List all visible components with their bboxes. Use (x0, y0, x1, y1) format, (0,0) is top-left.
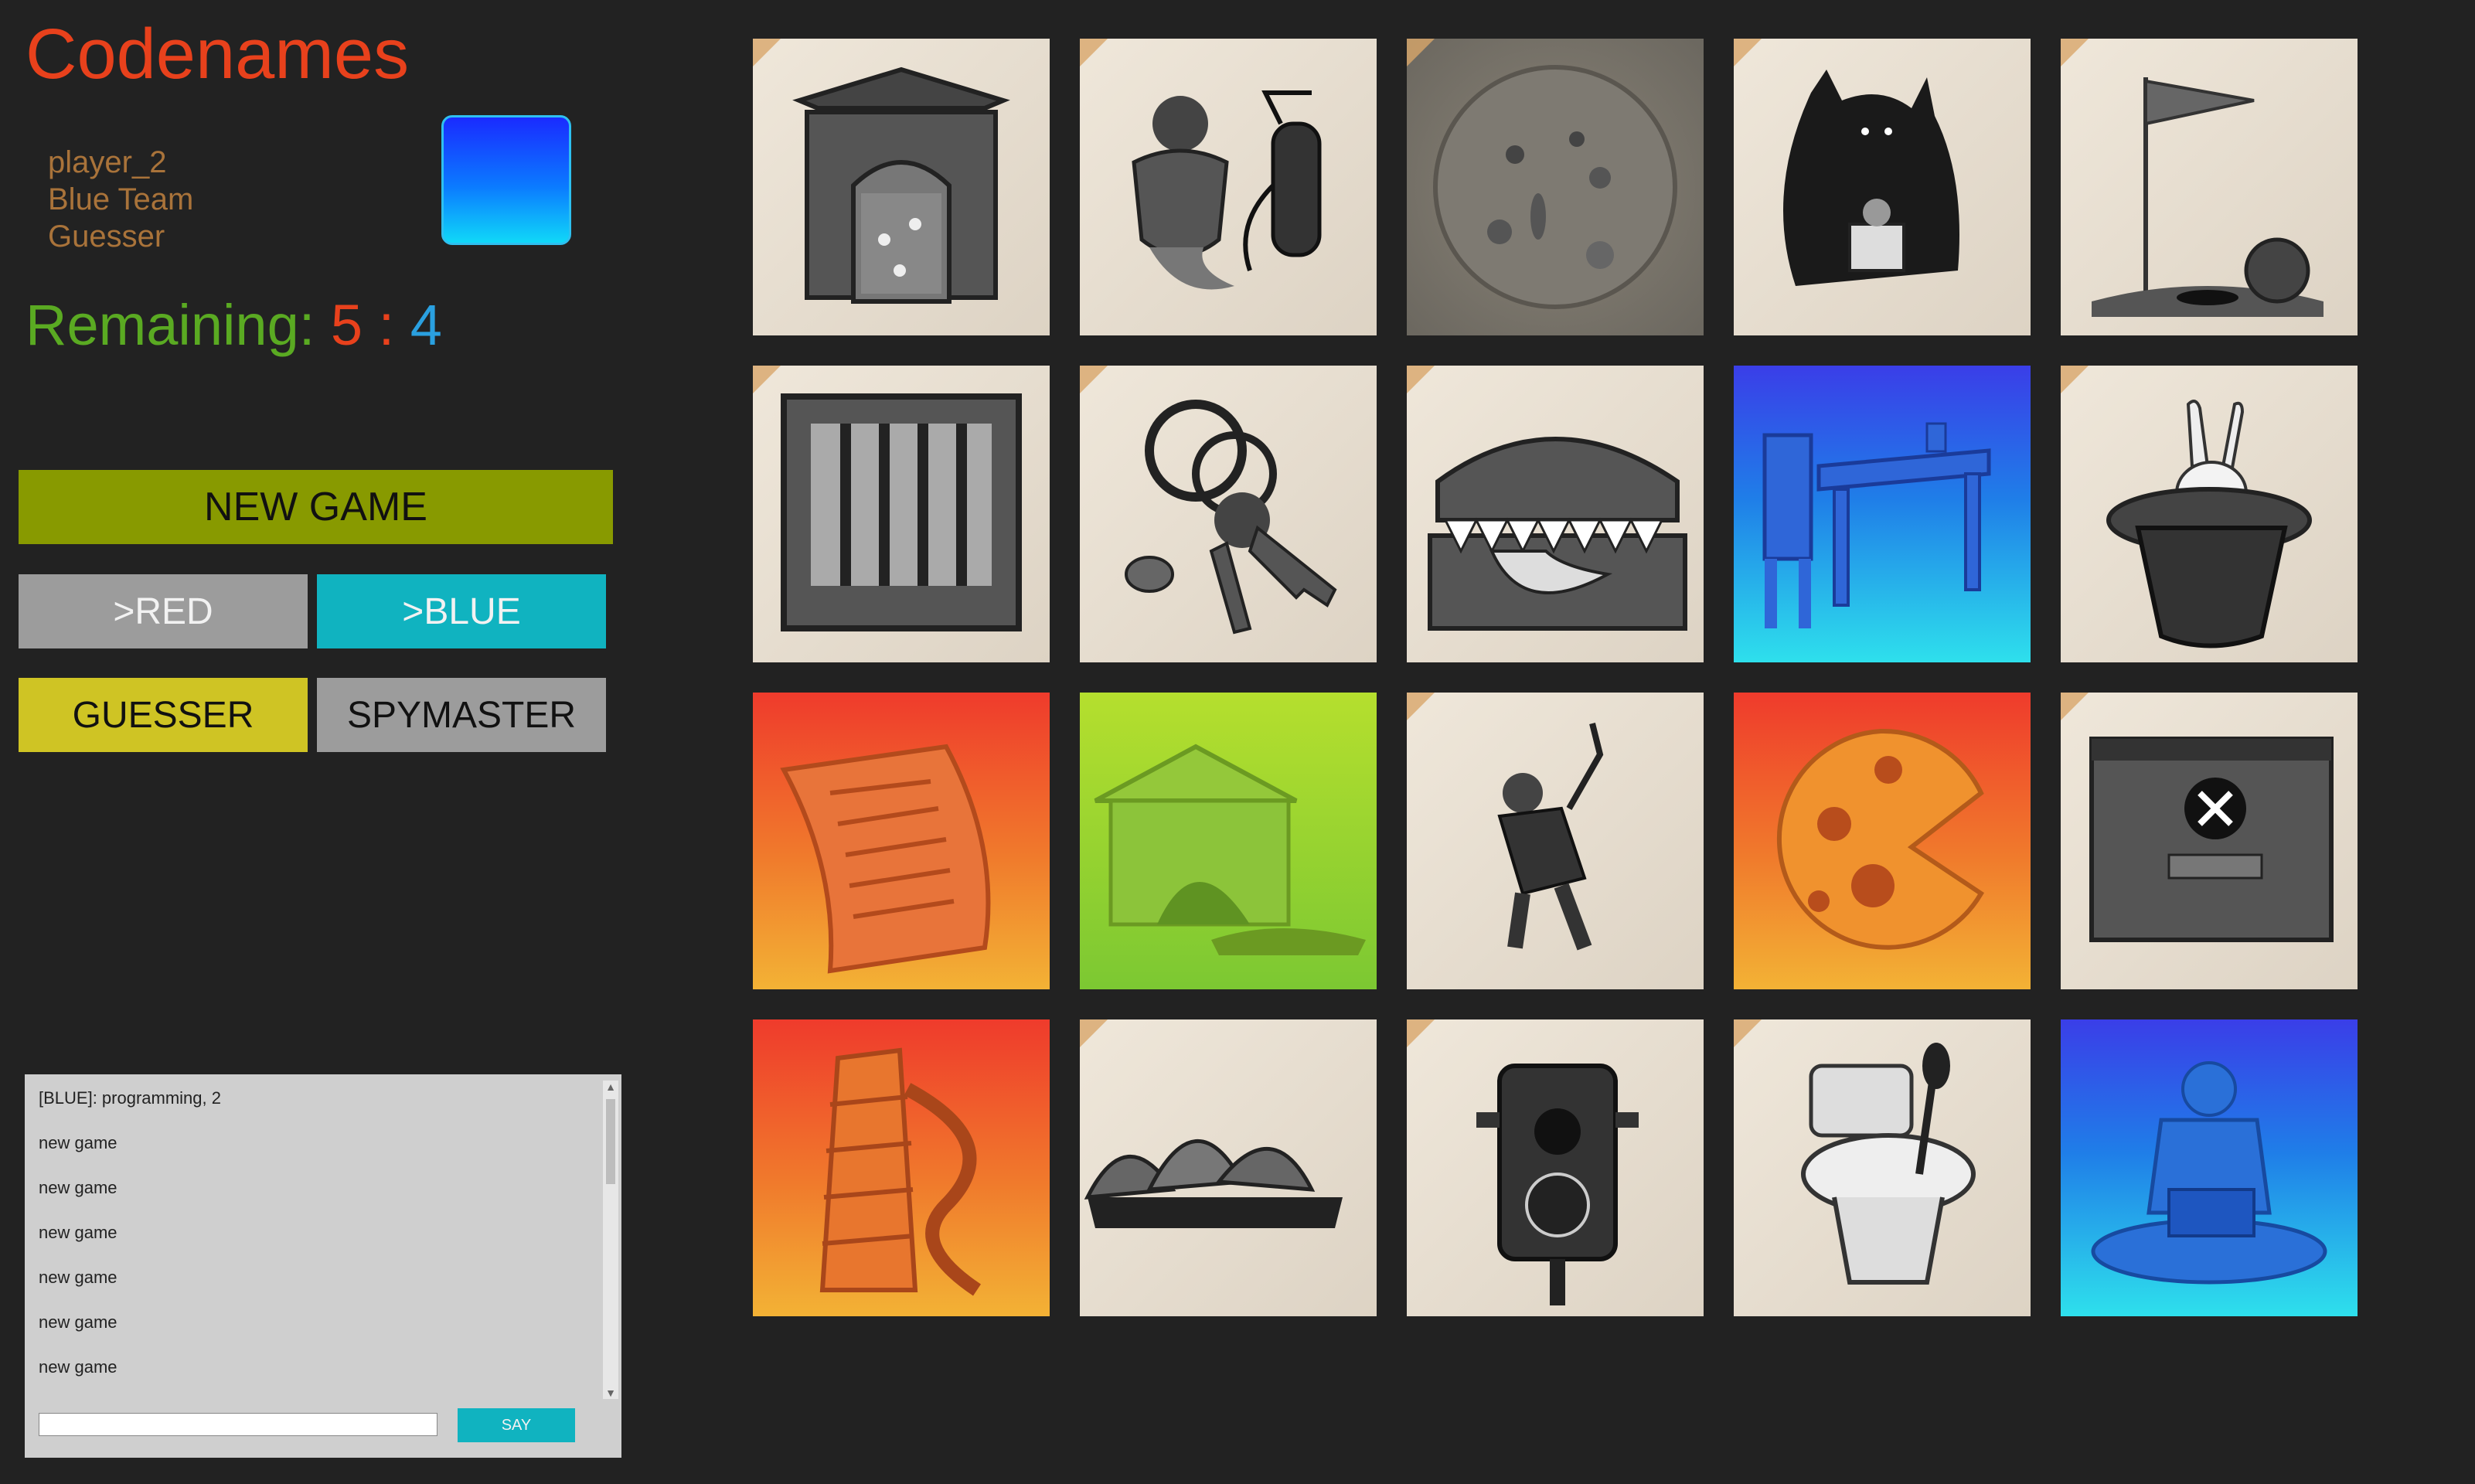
card-19[interactable] (1734, 1019, 2031, 1316)
join-red-button[interactable]: >RED (19, 574, 308, 648)
chat-message: new game (39, 1223, 117, 1242)
card-3[interactable] (1407, 39, 1704, 335)
remaining-label: Remaining: (26, 293, 315, 357)
traffic-light-icon (1476, 1064, 1639, 1305)
card-6[interactable] (753, 366, 1050, 662)
chat-message: [BLUE]: programming, 2 (39, 1088, 221, 1108)
say-button[interactable]: SAY (458, 1408, 575, 1442)
petri-dish-icon (1433, 65, 1677, 309)
card-15[interactable] (2061, 693, 2358, 989)
chat-log: [BLUE]: programming, 2 new game new game… (39, 1088, 603, 1402)
chat-scrollbar[interactable]: ▲ ▼ (603, 1081, 618, 1399)
card-11[interactable] (753, 693, 1050, 989)
new-game-button[interactable]: NEW GAME (19, 470, 613, 544)
remaining-counter: Remaining: 5 : 4 (26, 292, 442, 358)
player-name: player_2 (48, 145, 167, 179)
chat-input[interactable] (39, 1413, 437, 1436)
card-10[interactable] (2061, 366, 2358, 662)
mimic-chest-icon (1428, 437, 1687, 631)
card-16[interactable] (753, 1019, 1050, 1316)
chat-message: new game (39, 1357, 117, 1377)
shadow-creature-reading-icon (1783, 70, 1959, 286)
card-2[interactable] (1080, 39, 1377, 335)
cheese-moon-icon (1776, 728, 1985, 950)
card-20[interactable] (2061, 1019, 2358, 1316)
hockey-player-icon (1497, 723, 1604, 951)
golf-flag-ball-icon (2092, 77, 2324, 317)
card-9[interactable] (1734, 366, 2031, 662)
meditating-laptop-icon (2091, 1061, 2327, 1285)
card-8[interactable] (1407, 366, 1704, 662)
remaining-blue: 4 (410, 293, 442, 357)
card-13[interactable] (1407, 693, 1704, 989)
error-dialog-icon (2089, 737, 2334, 942)
card-14[interactable] (1734, 693, 2031, 989)
guesser-role-button[interactable]: GUESSER (19, 678, 308, 752)
remaining-separator: : (378, 293, 395, 357)
player-team: Blue Team (48, 182, 194, 216)
scrollbar-thumb[interactable] (606, 1099, 615, 1184)
player-role: Guesser (48, 220, 165, 254)
card-12[interactable] (1080, 693, 1377, 989)
toilet-brush-icon (1801, 1043, 1976, 1285)
leaning-tower-slide-icon (819, 1047, 982, 1296)
card-17[interactable] (1080, 1019, 1377, 1316)
remaining-red: 5 (330, 293, 363, 357)
card-7[interactable] (1080, 366, 1377, 662)
genie-extinguisher-icon (1132, 90, 1322, 290)
scroll-down-icon[interactable]: ▼ (603, 1387, 618, 1399)
gate-icon (792, 66, 1010, 304)
temple-tent-icon (1094, 744, 1366, 955)
chat-message: new game (39, 1312, 117, 1332)
card-4[interactable] (1734, 39, 2031, 335)
card-5[interactable] (2061, 39, 2358, 335)
keys-pacifier-icon (1125, 400, 1337, 635)
player-info: player_2 Blue Team Guesser (48, 144, 193, 255)
chat-message: new game (39, 1133, 117, 1152)
join-blue-button[interactable]: >BLUE (317, 574, 606, 648)
card-1[interactable] (753, 39, 1050, 335)
scroll-up-icon[interactable]: ▲ (603, 1081, 618, 1093)
app-title: Codenames (26, 15, 410, 94)
spymaster-role-button[interactable]: SPYMASTER (317, 678, 606, 752)
jail-window-icon (781, 393, 1022, 631)
team-color-swatch (441, 115, 571, 245)
chat-panel: [BLUE]: programming, 2 new game new game… (25, 1074, 621, 1458)
rabbit-top-hat-icon (2106, 400, 2312, 648)
card-18[interactable] (1407, 1019, 1704, 1316)
maze-carpet-icon (780, 744, 991, 974)
opera-house-icon (1084, 1139, 1343, 1228)
chat-message: new game (39, 1268, 117, 1287)
chat-message: new game (39, 1178, 117, 1197)
desk-chair-icon (1762, 422, 1991, 628)
